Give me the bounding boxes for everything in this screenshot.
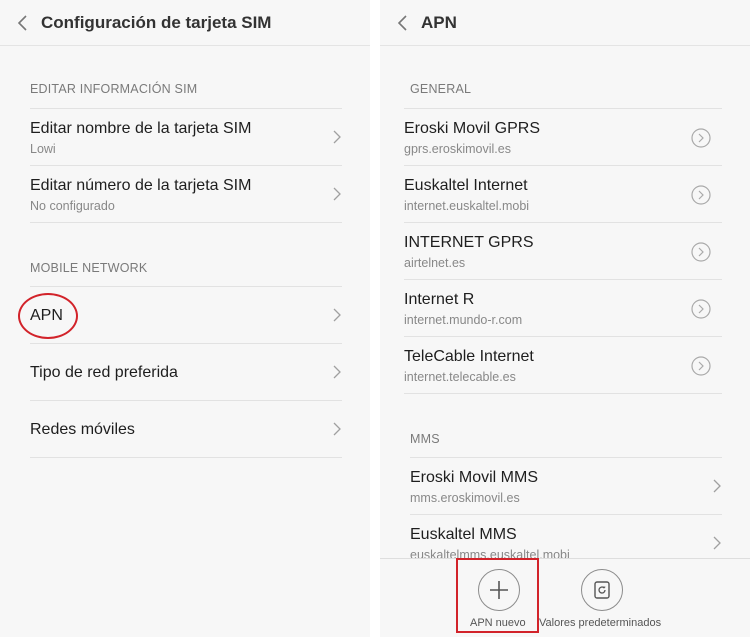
apn-item[interactable]: Internet R internet.mundo-r.com bbox=[404, 279, 722, 336]
edit-sim-number-row[interactable]: Editar número de la tarjeta SIM No confi… bbox=[30, 165, 342, 222]
back-chevron-icon[interactable] bbox=[16, 14, 30, 32]
reset-defaults-label: Valores predeterminados bbox=[539, 617, 662, 629]
apn-address: mms.eroskimovil.es bbox=[410, 491, 520, 505]
apn-address: internet.mundo-r.com bbox=[404, 313, 523, 327]
header: Configuración de tarjeta SIM bbox=[0, 0, 370, 46]
bottom-action-bar: APN nuevo Valores predeterminados bbox=[380, 558, 750, 637]
section-header-mms: MMS bbox=[410, 432, 440, 446]
reset-icon bbox=[593, 580, 610, 599]
apn-name: Eroski Movil MMS bbox=[410, 469, 539, 486]
row-subtitle: Lowi bbox=[30, 142, 56, 156]
apn-name: Internet R bbox=[404, 291, 475, 308]
preferred-network-type-row[interactable]: Tipo de red preferida bbox=[30, 343, 342, 400]
chevron-right-icon bbox=[713, 536, 721, 550]
apn-address: internet.euskaltel.mobi bbox=[404, 199, 530, 213]
apn-address: gprs.eroskimovil.es bbox=[404, 142, 511, 156]
row-title: Editar número de la tarjeta SIM bbox=[30, 177, 252, 194]
annotation-highlight-box bbox=[456, 558, 539, 633]
reset-defaults-button[interactable] bbox=[581, 569, 623, 611]
chevron-right-icon bbox=[333, 308, 341, 322]
apn-name: Euskaltel MMS bbox=[410, 526, 517, 543]
apn-detail-icon[interactable] bbox=[691, 128, 711, 148]
apn-item[interactable]: Eroski Movil GPRS gprs.eroskimovil.es bbox=[404, 108, 722, 165]
apn-name: TeleCable Internet bbox=[404, 348, 534, 365]
section-header-sim-info: EDITAR INFORMACIÓN SIM bbox=[30, 82, 198, 96]
apn-name: Euskaltel Internet bbox=[404, 177, 528, 194]
chevron-right-icon bbox=[333, 130, 341, 144]
apn-screen: APN GENERAL Eroski Movil GPRS gprs.erosk… bbox=[380, 0, 750, 637]
chevron-right-icon bbox=[713, 479, 721, 493]
row-title: Redes móviles bbox=[30, 421, 135, 438]
chevron-right-icon bbox=[333, 187, 341, 201]
sim-settings-screen: Configuración de tarjeta SIM EDITAR INFO… bbox=[0, 0, 370, 637]
apn-item[interactable]: INTERNET GPRS airtelnet.es bbox=[404, 222, 722, 279]
back-chevron-icon[interactable] bbox=[396, 14, 410, 32]
apn-detail-icon[interactable] bbox=[691, 299, 711, 319]
apn-detail-icon[interactable] bbox=[691, 242, 711, 262]
apn-address: airtelnet.es bbox=[404, 256, 466, 270]
section-header-mobile-network: MOBILE NETWORK bbox=[30, 261, 148, 275]
row-subtitle: No configurado bbox=[30, 199, 115, 213]
mobile-networks-row[interactable]: Redes móviles bbox=[30, 400, 342, 458]
header: APN bbox=[380, 0, 750, 46]
apn-name: Eroski Movil GPRS bbox=[404, 120, 541, 137]
chevron-right-icon bbox=[333, 365, 341, 379]
apn-item[interactable]: TeleCable Internet internet.telecable.es bbox=[404, 336, 722, 394]
section-header-general: GENERAL bbox=[410, 82, 472, 96]
apn-name: INTERNET GPRS bbox=[404, 234, 534, 251]
divider bbox=[30, 222, 342, 223]
apn-item[interactable]: Euskaltel Internet internet.euskaltel.mo… bbox=[404, 165, 722, 222]
annotation-circle bbox=[18, 293, 78, 339]
page-title: APN bbox=[421, 13, 457, 32]
chevron-right-icon bbox=[333, 422, 341, 436]
apn-detail-icon[interactable] bbox=[691, 356, 711, 376]
edit-sim-name-row[interactable]: Editar nombre de la tarjeta SIM Lowi bbox=[30, 108, 342, 165]
apn-detail-icon[interactable] bbox=[691, 185, 711, 205]
row-title: Tipo de red preferida bbox=[30, 364, 178, 381]
apn-address: internet.telecable.es bbox=[404, 370, 516, 384]
row-title: Editar nombre de la tarjeta SIM bbox=[30, 120, 252, 137]
mms-apn-item[interactable]: Eroski Movil MMS mms.eroskimovil.es bbox=[410, 457, 722, 514]
page-title: Configuración de tarjeta SIM bbox=[41, 13, 272, 32]
